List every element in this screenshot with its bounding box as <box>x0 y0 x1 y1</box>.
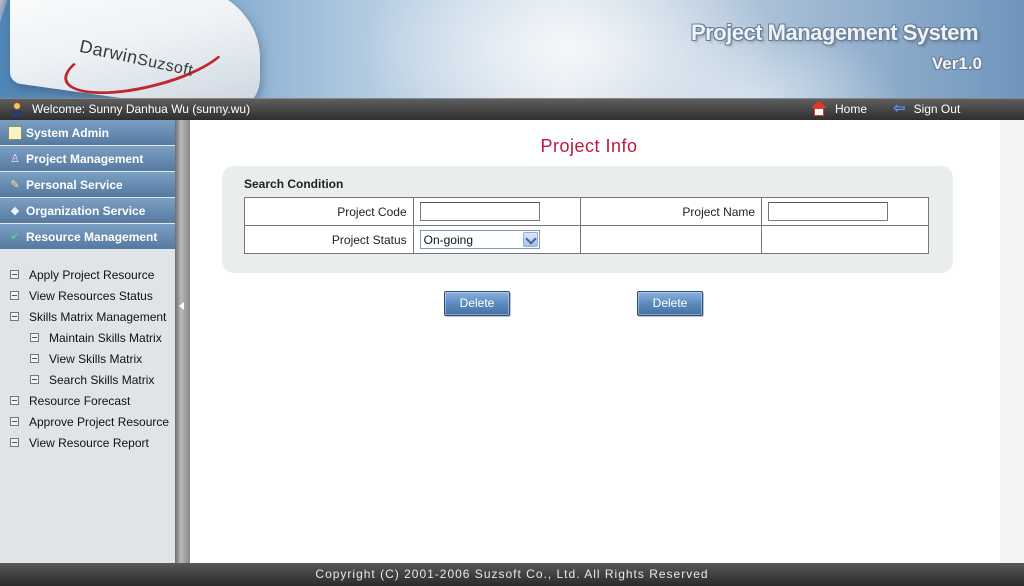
user-icon <box>10 102 24 117</box>
sidebar-item-label: View Resources Status <box>29 288 153 303</box>
empty-cell <box>761 225 929 254</box>
empty-cell <box>579 225 763 254</box>
project-status-label: Project Status <box>244 225 414 254</box>
search-form-table: Project Code Project Name Project Status… <box>244 197 929 254</box>
person-icon: ♙ <box>10 152 20 165</box>
project-name-input[interactable] <box>768 202 889 221</box>
menu-group-label: Personal Service <box>26 177 123 192</box>
sign-out-link[interactable]: ⇦ Sign Out <box>893 101 960 117</box>
collapse-icon <box>10 417 19 426</box>
delete-button-secondary[interactable]: Delete <box>637 291 703 316</box>
project-status-select[interactable]: On-going <box>419 230 540 249</box>
collapse-icon <box>30 333 39 342</box>
project-name-cell <box>761 197 929 226</box>
menu-group-label: Project Management <box>26 151 144 166</box>
sidebar: System Admin ♙ Project Management ✎ Pers… <box>0 120 175 563</box>
project-status-cell: On-going <box>412 225 581 254</box>
system-title: Project Management System <box>690 20 979 45</box>
project-code-input[interactable] <box>419 202 540 221</box>
sidebar-collapse-splitter[interactable] <box>175 120 190 563</box>
version-label: Ver1.0 <box>931 54 982 73</box>
sidebar-item-label: View Skills Matrix <box>49 351 143 366</box>
delete-button[interactable]: Delete <box>444 291 510 316</box>
table-icon <box>8 125 22 140</box>
menu-group-organization-service[interactable]: ◆ Organization Service <box>0 198 175 224</box>
copyright-text: Copyright (C) 2001-2006 Suzsoft Co., Ltd… <box>315 567 709 581</box>
menu-group-personal-service[interactable]: ✎ Personal Service <box>0 172 175 198</box>
search-panel-title: Search Condition <box>244 177 344 191</box>
search-panel: Search Condition Project Code Project Na… <box>222 166 953 273</box>
top-bar: Welcome: Sunny Danhua Wu (sunny.wu) Home… <box>0 98 1024 120</box>
footer: Copyright (C) 2001-2006 Suzsoft Co., Ltd… <box>0 563 1024 586</box>
menu-group-label: System Admin <box>26 125 109 140</box>
sidebar-item-label: Maintain Skills Matrix <box>49 330 162 345</box>
sidebar-item-label: View Resource Report <box>29 435 149 450</box>
home-icon <box>811 101 827 116</box>
project-status-value: On-going <box>423 232 473 247</box>
diamond-icon: ◆ <box>10 204 20 217</box>
arrow-left-icon: ⇦ <box>893 100 906 117</box>
pen-icon: ✎ <box>10 178 20 191</box>
sidebar-item-approve-project-resource[interactable]: Approve Project Resource <box>0 411 175 432</box>
sidebar-item-label: Skills Matrix Management <box>29 309 167 324</box>
sidebar-item-view-resources-status[interactable]: View Resources Status <box>0 285 175 306</box>
welcome-text: Welcome: Sunny Danhua Wu (sunny.wu) <box>32 102 251 116</box>
sidebar-item-view-skills-matrix[interactable]: View Skills Matrix <box>0 348 175 369</box>
sidebar-item-label: Search Skills Matrix <box>49 372 155 387</box>
main-content: Project Info Search Condition Project Co… <box>190 120 1024 563</box>
sidebar-item-view-resource-report[interactable]: View Resource Report <box>0 432 175 453</box>
collapse-icon <box>30 375 39 384</box>
sidebar-item-label: Resource Forecast <box>29 393 131 408</box>
sidebar-item-label: Apply Project Resource <box>29 267 155 282</box>
chevron-down-icon[interactable] <box>522 232 538 247</box>
resource-menu-list: Apply Project Resource View Resources St… <box>0 264 175 453</box>
menu-group-label: Resource Management <box>26 229 158 244</box>
sidebar-item-label: Approve Project Resource <box>29 414 170 429</box>
sidebar-item-search-skills-matrix[interactable]: Search Skills Matrix <box>0 369 175 390</box>
project-code-cell <box>412 197 581 226</box>
chevron-left-icon <box>179 302 184 310</box>
sidebar-item-apply-project-resource[interactable]: Apply Project Resource <box>0 264 175 285</box>
collapse-icon <box>10 291 19 300</box>
collapse-icon <box>30 354 39 363</box>
project-code-label: Project Code <box>244 197 414 226</box>
flag-pole <box>0 0 10 98</box>
table-row: Project Code Project Name <box>244 197 929 226</box>
shield-icon: ✔ <box>10 230 20 243</box>
sidebar-item-maintain-skills-matrix[interactable]: Maintain Skills Matrix <box>0 327 175 348</box>
home-label: Home <box>835 101 868 116</box>
menu-group-project-management[interactable]: ♙ Project Management <box>0 146 175 172</box>
content-edge <box>1000 120 1024 563</box>
sidebar-item-resource-forecast[interactable]: Resource Forecast <box>0 390 175 411</box>
sidebar-item-skills-matrix-management[interactable]: Skills Matrix Management <box>0 306 175 327</box>
sign-out-label: Sign Out <box>913 102 961 116</box>
page-title: Project Info <box>540 136 638 156</box>
header-banner: DarwinSuzsoft Project Management System … <box>0 0 1024 98</box>
collapse-icon <box>10 312 19 321</box>
menu-group-resource-management[interactable]: ✔ Resource Management <box>0 224 175 250</box>
project-name-label: Project Name <box>579 197 763 226</box>
collapse-icon <box>10 396 19 405</box>
collapse-icon <box>10 270 19 279</box>
table-row: Project Status On-going <box>244 225 929 254</box>
home-link[interactable]: Home <box>811 101 867 116</box>
menu-group-label: Organization Service <box>26 203 146 218</box>
menu-group-system-admin[interactable]: System Admin <box>0 120 175 146</box>
collapse-icon <box>10 438 19 447</box>
